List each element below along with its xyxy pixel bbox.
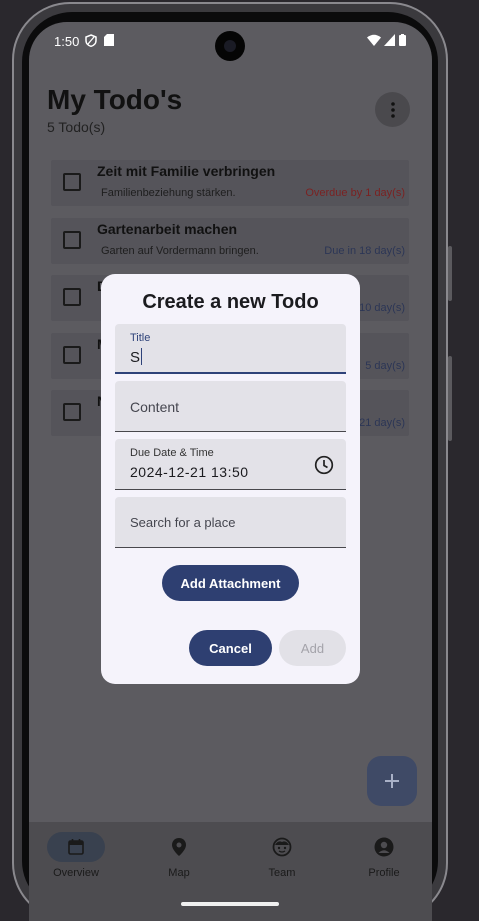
dialog-title: Create a new Todo [142,291,319,313]
todo-due-status: 5 day(s) [365,360,405,372]
todo-item[interactable]: Gartenarbeit machen Garten auf Vorderman… [51,218,409,264]
add-attachment-button[interactable]: Add Attachment [162,565,299,601]
todo-count: 5 Todo(s) [47,119,106,135]
add-button[interactable]: Add [279,630,346,666]
todo-due-status: Due in 18 day(s) [324,245,405,257]
nav-indicator [47,832,105,862]
nav-label: Profile [368,867,400,879]
battery-icon [399,34,406,49]
todo-checkbox[interactable] [63,288,81,306]
status-bar: 1:50 [29,22,432,62]
more-vert-icon [390,101,395,118]
todo-checkbox[interactable] [63,173,81,191]
front-camera [215,31,245,61]
bottom-navigation: Overview Map Team Profile [29,822,432,921]
todo-checkbox[interactable] [63,346,81,364]
content-placeholder: Content [130,399,180,415]
todo-title: Zeit mit Familie verbringen [97,163,276,179]
due-date-value: 2024-12-21 13:50 [130,464,249,480]
sd-card-icon [104,34,114,49]
account-circle-icon [374,837,394,857]
todo-content: Familienbeziehung stärken. [101,187,236,199]
team-face-icon [272,837,292,857]
more-options-button[interactable] [375,92,410,127]
nav-overview[interactable]: Overview [36,832,116,879]
nav-indicator [253,832,311,862]
nav-profile[interactable]: Profile [344,832,424,879]
nav-label: Team [268,867,296,879]
place-search-placeholder: Search for a place [130,515,236,530]
due-date-field[interactable]: Due Date & Time 2024-12-21 13:50 [115,439,346,490]
status-time: 1:50 [54,34,80,49]
title-field[interactable]: Title S [115,324,346,374]
title-input-text: S [130,349,141,366]
nav-team[interactable]: Team [242,832,322,879]
nav-map[interactable]: Map [139,832,219,879]
clock-icon[interactable] [314,455,334,480]
todo-title: Gartenarbeit machen [97,221,238,237]
plus-icon [385,774,399,788]
nav-indicator [355,832,413,862]
nav-indicator [150,832,208,862]
page-title: My Todo's [47,84,183,115]
volume-button [448,246,452,301]
todo-checkbox[interactable] [63,403,81,421]
app-screen: 1:50 My Todo's 5 Todo(s) Zeit mit Famili… [29,22,432,921]
todo-item[interactable]: Zeit mit Familie verbringen Familienbezi… [51,160,409,206]
calendar-icon [68,839,84,855]
text-caret [141,348,143,365]
wifi-icon [367,34,381,49]
map-pin-icon [172,838,186,856]
todo-checkbox[interactable] [63,231,81,249]
place-search-field[interactable]: Search for a place [115,497,346,548]
due-date-label: Due Date & Time [130,447,214,459]
todo-due-status: 21 day(s) [359,417,405,429]
title-field-label: Title [130,332,151,344]
nav-label: Overview [53,867,99,879]
shield-icon [85,34,97,50]
cancel-button[interactable]: Cancel [189,630,272,666]
signal-icon [384,34,395,49]
todo-content: Garten auf Vordermann bringen. [101,245,259,257]
power-button [448,356,452,441]
add-todo-fab[interactable] [367,756,417,806]
content-field[interactable]: Content [115,381,346,432]
nav-label: Map [168,867,190,879]
title-field-value: S [130,348,143,366]
todo-due-status: Overdue by 1 day(s) [305,187,405,199]
todo-due-status: 10 day(s) [359,302,405,314]
home-indicator[interactable] [181,902,279,906]
create-todo-dialog: Create a new Todo Title S Content Due Da… [101,274,360,684]
